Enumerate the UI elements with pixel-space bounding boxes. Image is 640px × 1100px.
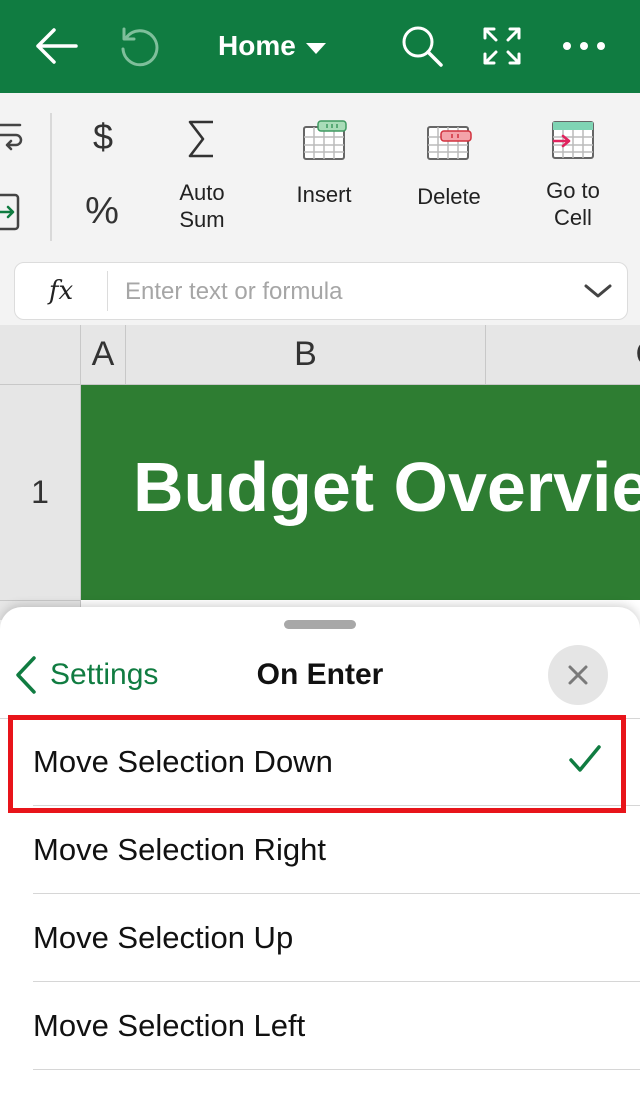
go-to-cell-button[interactable]: Go to Cell — [532, 119, 614, 231]
on-enter-options-list: Move Selection Down Move Selection Right… — [0, 718, 640, 1070]
settings-back-button[interactable]: Settings — [14, 647, 158, 703]
select-all-corner[interactable] — [0, 325, 81, 385]
cell-b1-text: Budget Overview — [133, 448, 640, 526]
column-header-c[interactable]: C — [486, 325, 640, 385]
sigma-icon — [188, 120, 213, 158]
row-header-1[interactable]: 1 — [0, 385, 81, 600]
chevron-down-icon[interactable] — [583, 277, 613, 310]
formula-divider — [107, 271, 108, 311]
insert-label: Insert — [296, 182, 352, 207]
option-label: Move Selection Right — [33, 832, 326, 867]
go-to-cell-icon — [552, 121, 594, 159]
option-label: Move Selection Down — [33, 744, 333, 779]
percent-format-button[interactable]: % — [84, 191, 120, 231]
formula-bar: fx — [14, 262, 628, 320]
merge-cells-icon[interactable] — [0, 191, 22, 233]
fullscreen-icon[interactable] — [472, 18, 532, 74]
go-to-cell-label: Go to Cell — [546, 178, 600, 230]
column-header-c-label: C — [635, 335, 640, 374]
chevron-down-icon — [305, 42, 326, 54]
back-arrow-icon[interactable] — [26, 18, 86, 74]
wrap-text-icon[interactable] — [0, 119, 24, 159]
cell-b1[interactable]: Budget Overview — [81, 385, 640, 600]
insert-button[interactable]: Insert — [284, 119, 364, 208]
ribbon-divider — [50, 113, 52, 241]
close-button[interactable] — [548, 645, 608, 705]
autosum-button[interactable]: Auto Sum — [166, 119, 238, 233]
currency-format-button[interactable]: $ — [88, 117, 118, 157]
column-header-b[interactable]: B — [126, 325, 486, 385]
close-icon — [568, 665, 588, 685]
search-icon[interactable] — [392, 18, 452, 74]
undo-icon[interactable] — [108, 18, 168, 74]
option-label: Move Selection Left — [33, 1008, 306, 1043]
option-move-selection-down[interactable]: Move Selection Down — [0, 718, 640, 806]
option-label: Move Selection Up — [33, 920, 294, 955]
option-move-selection-right[interactable]: Move Selection Right — [0, 806, 640, 894]
percent-format-icon: % — [85, 190, 119, 232]
column-header-a[interactable]: A — [81, 325, 126, 385]
delete-label: Delete — [417, 184, 481, 209]
option-move-selection-left[interactable]: Move Selection Left — [0, 982, 640, 1070]
fx-icon[interactable]: fx — [15, 263, 107, 319]
on-enter-settings-panel: Settings On Enter Move Selection Down Mo… — [0, 607, 640, 1100]
panel-title: On Enter — [256, 658, 384, 691]
more-icon[interactable] — [556, 18, 612, 74]
home-tab-menu[interactable]: Home — [218, 18, 326, 74]
autosum-label: Auto Sum — [179, 180, 225, 232]
drag-handle[interactable] — [284, 620, 356, 629]
chevron-left-icon — [16, 656, 36, 694]
app-toolbar: Home — [0, 0, 640, 93]
delete-cells-icon — [427, 126, 472, 160]
settings-back-label: Settings — [50, 658, 159, 691]
currency-format-icon: $ — [92, 116, 114, 157]
home-tab-label: Home — [218, 30, 296, 61]
checkmark-icon — [569, 745, 601, 772]
option-move-selection-up[interactable]: Move Selection Up — [0, 894, 640, 982]
insert-cells-icon — [303, 120, 347, 160]
formula-input[interactable] — [125, 277, 565, 307]
delete-button[interactable]: Delete — [408, 123, 490, 210]
